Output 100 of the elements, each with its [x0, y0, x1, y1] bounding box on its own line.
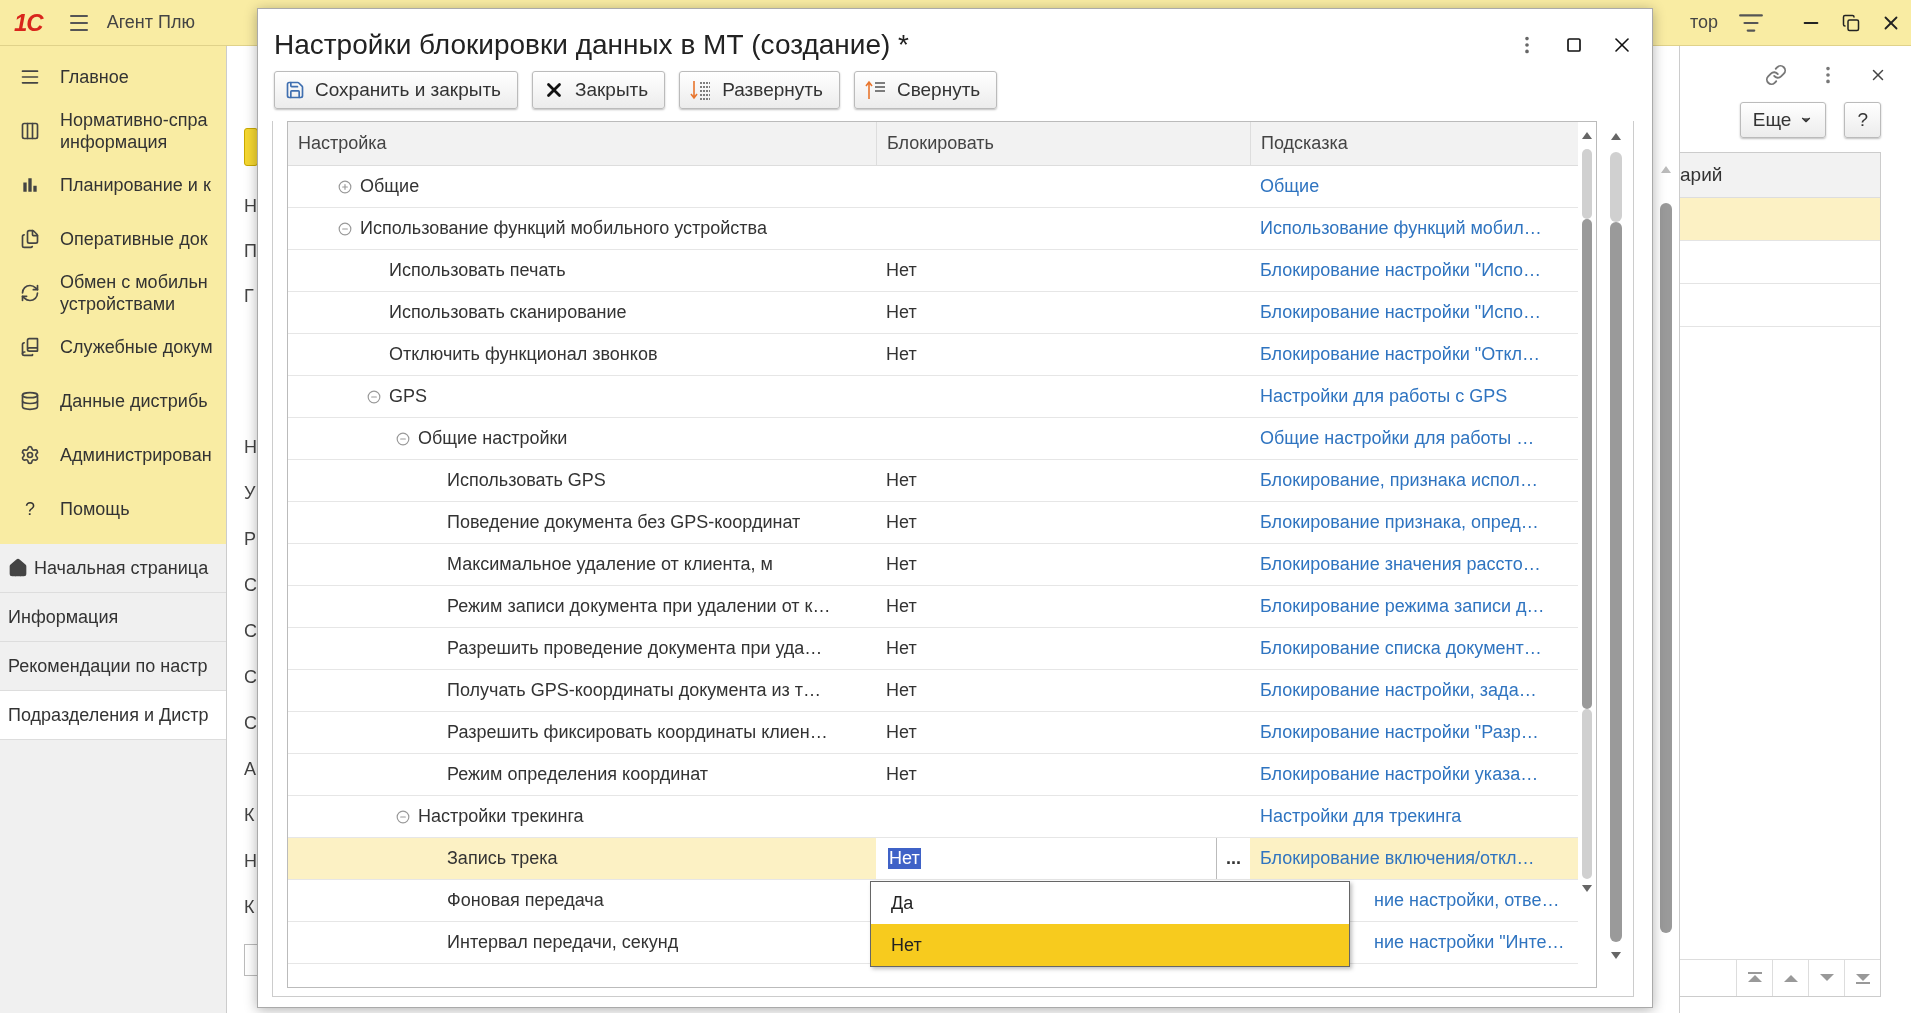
block-value: Нет [886, 302, 917, 323]
block-value: Нет [886, 638, 917, 659]
hint-link[interactable]: Блокирование значения рассто… [1260, 554, 1541, 575]
column-header: Блокировать [887, 133, 994, 154]
table-row[interactable]: Использование функций мобильного устройства Использование функций мобил… [288, 208, 1578, 250]
table-row[interactable]: Отключить функционал звонков Нет Блокирование настройки "Откл… [288, 334, 1578, 376]
maximize-icon[interactable] [1566, 37, 1582, 53]
setting-name: Использовать GPS [447, 470, 606, 491]
setting-name: Режим записи документа при удалении от к… [447, 596, 831, 617]
setting-name: Режим определения координат [447, 764, 709, 785]
section-icon [20, 67, 40, 87]
block-value: Нет [886, 344, 917, 365]
hint-link[interactable]: Блокирование настройки "Испо… [1260, 260, 1541, 281]
collapse-button[interactable]: Свернуть [853, 71, 998, 109]
table-row[interactable]: Использовать GPS Нет Блокирование, признака испол… [288, 460, 1578, 502]
hint-link[interactable]: ние настройки "Инте… [1374, 932, 1565, 953]
table-row[interactable]: Получать GPS-координаты документа из т… Нет Блокирование настройки, зада… [288, 670, 1578, 712]
hint-link[interactable]: Блокирование настройки указа… [1260, 764, 1539, 785]
hint-link[interactable]: Блокирование списка документ… [1260, 638, 1542, 659]
table-row[interactable]: Разрешить фиксировать координаты клиен… Нет Блокирование настройки "Разр… [288, 712, 1578, 754]
section-link[interactable]: Планирование и к [60, 174, 211, 196]
table-row[interactable]: Поведение документа без GPS-координат Нет Блокирование признака, опред… [288, 502, 1578, 544]
table-row[interactable]: Использовать печать Нет Блокирование настройки "Испо… [288, 250, 1578, 292]
action-button[interactable] [244, 128, 258, 166]
expand-node-icon[interactable] [338, 179, 352, 194]
table-row[interactable]: Максимальное удаление от клиента, м Нет Блокирование значения рассто… [288, 544, 1578, 586]
section-link[interactable]: Оперативные док [60, 228, 208, 250]
expand-button[interactable]: Развернуть [679, 71, 840, 109]
collapse-node-icon[interactable] [396, 431, 410, 446]
table-row[interactable]: Использовать сканирование Нет Блокирование настройки "Испо… [288, 292, 1578, 334]
table-row[interactable]: Общие настройки Общие настройки для работы … [288, 418, 1578, 460]
section-link[interactable]: Администрирован [60, 444, 212, 466]
form-label: Г [244, 285, 255, 308]
table-row[interactable]: Режим записи документа при удалении от к… Нет Блокирование режима записи д… [288, 586, 1578, 628]
form-label: Н [244, 436, 258, 459]
form-label: А [244, 758, 257, 781]
dropdown-option[interactable]: Да [871, 882, 1349, 924]
hint-link[interactable]: Блокирование настройки "Разр… [1260, 722, 1539, 743]
form-label: С [244, 666, 258, 689]
form-label: С [244, 620, 258, 643]
section-icon [20, 229, 40, 249]
setting-name: Максимальное удаление от клиента, м [447, 554, 773, 575]
table-row[interactable]: Общие Общие [288, 166, 1578, 208]
section-link[interactable]: Нормативно-спра информация [60, 109, 208, 153]
block-value: Нет [886, 722, 917, 743]
collapse-node-icon[interactable] [396, 809, 410, 824]
table-row[interactable]: Разрешить проведение документа при уда… Нет Блокирование списка документ… [288, 628, 1578, 670]
section-link[interactable]: Помощь [60, 498, 130, 520]
section-link[interactable]: Обмен с мобильн устройствами [60, 271, 208, 315]
collapse-node-icon[interactable] [367, 389, 381, 404]
close-button[interactable]: Закрыть [532, 71, 666, 109]
help-button[interactable]: ? [1844, 102, 1881, 138]
open-page-tab[interactable]: Подразделения и Дистр [0, 691, 226, 740]
section-link[interactable]: Служебные докум [60, 336, 213, 358]
table-row[interactable]: Режим определения координат Нет Блокирование настройки указа… [288, 754, 1578, 796]
help-glyph: ? [24, 498, 36, 520]
block-value: Нет [886, 554, 917, 575]
collapse-node-icon[interactable] [338, 221, 352, 236]
form-label: У [244, 482, 257, 505]
form-label: К [244, 896, 256, 919]
section-link[interactable]: Главное [60, 66, 129, 88]
floppy-icon [285, 80, 305, 100]
more-button[interactable]: Еще [1739, 102, 1827, 138]
setting-name: Общие [360, 176, 420, 197]
setting-name: Разрешить проведение документа при уда… [447, 638, 823, 659]
hint-link[interactable]: Блокирование, признака испол… [1260, 470, 1538, 491]
hint-link[interactable]: Блокирование включения/откл… [1260, 848, 1535, 869]
hint-link[interactable]: Общие [1260, 176, 1320, 197]
setting-name: Общие настройки [418, 428, 568, 449]
hint-link[interactable]: Блокирование настройки "Откл… [1260, 344, 1541, 365]
hint-link[interactable]: Блокирование настройки, зада… [1260, 680, 1537, 701]
section-icon [20, 175, 40, 195]
restore-icon[interactable] [1842, 13, 1861, 32]
setting-name: Настройки трекинга [418, 806, 584, 827]
hint-link[interactable]: Использование функций мобил… [1260, 218, 1542, 239]
hint-link[interactable]: Общие настройки для работы … [1260, 428, 1535, 449]
setting-name: Поведение документа без GPS-координат [447, 512, 801, 533]
section-link[interactable]: Данные дистрибь [60, 390, 208, 412]
setting-name: GPS [389, 386, 427, 407]
table-row[interactable]: GPS Настройки для работы с GPS [288, 376, 1578, 418]
setting-name: Фоновая передача [447, 890, 604, 911]
block-value: Нет [886, 512, 917, 533]
block-value: Нет [886, 596, 917, 617]
hint-link[interactable]: ние настройки, отве… [1374, 890, 1560, 911]
hint-link[interactable]: Блокирование признака, опред… [1260, 512, 1539, 533]
hint-link[interactable]: Настройки для работы с GPS [1260, 386, 1508, 407]
section-icon [20, 337, 40, 357]
form-label: Н [244, 850, 258, 873]
section-icon [20, 445, 40, 465]
hint-link[interactable]: Блокирование настройки "Испо… [1260, 302, 1541, 323]
form-label: Н [244, 195, 258, 218]
app-logo: 1С [14, 8, 43, 37]
dialog-title: Настройки блокировки данных в МТ (создание) * [274, 29, 909, 61]
block-value: Нет [886, 680, 917, 701]
form-label: С [244, 574, 258, 597]
hint-link[interactable]: Блокирование режима записи д… [1260, 596, 1545, 617]
hint-link[interactable]: Настройки для трекинга [1260, 806, 1462, 827]
dropdown-option[interactable]: Нет [871, 924, 1349, 966]
save-button[interactable]: Сохранить и закрыть [274, 71, 518, 109]
link-icon[interactable] [1765, 64, 1787, 86]
